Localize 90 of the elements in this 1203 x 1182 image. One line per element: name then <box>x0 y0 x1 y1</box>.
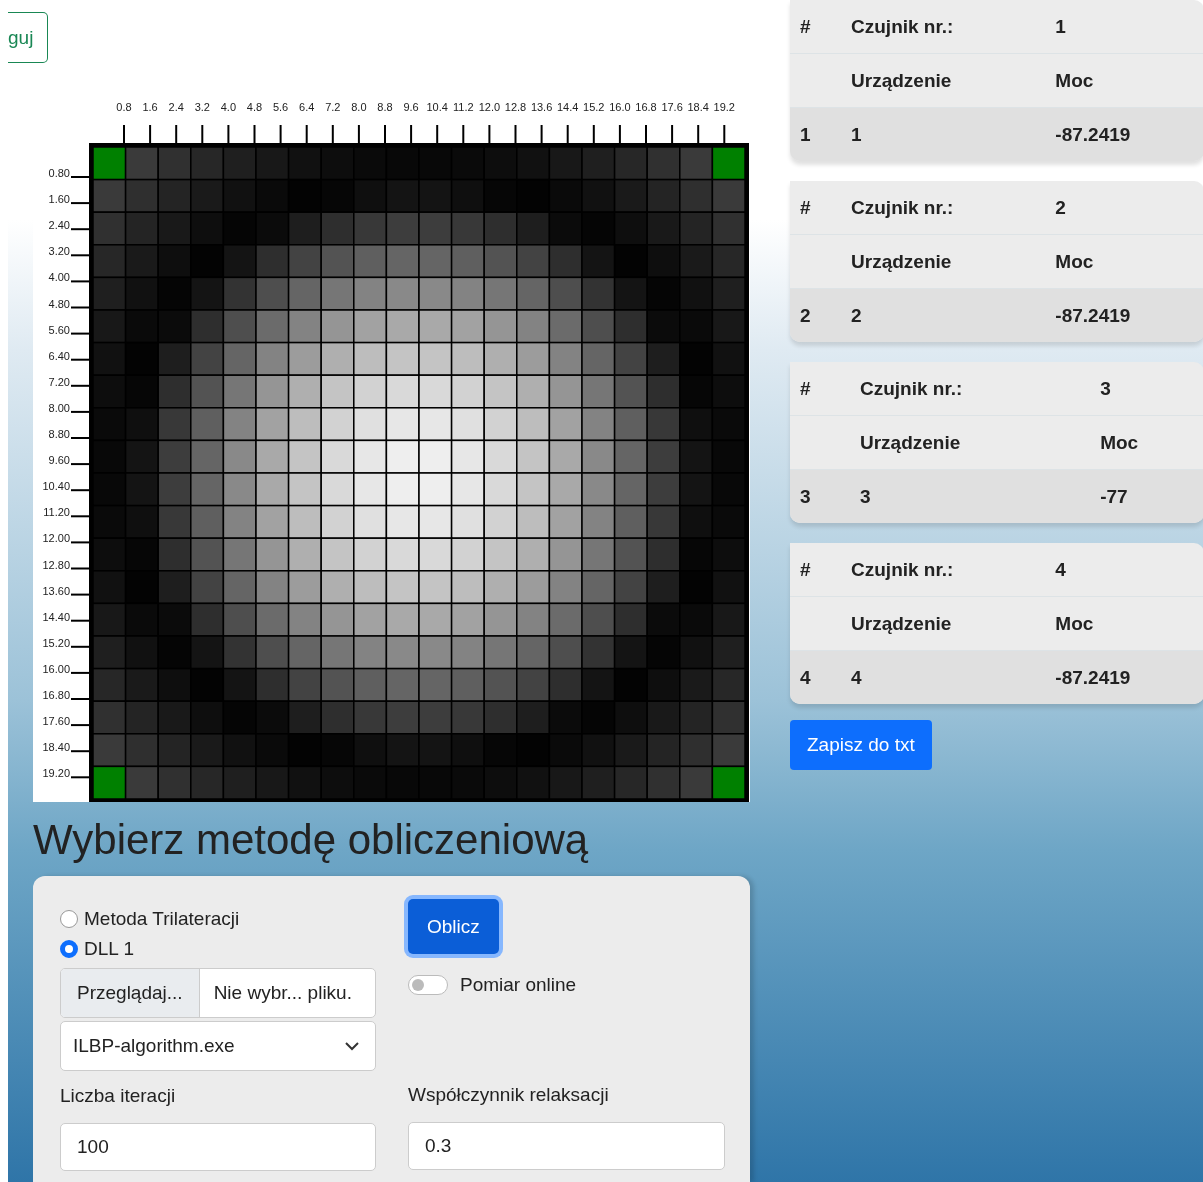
x-tick-label: 8.0 <box>351 101 367 113</box>
x-tick-label: 7.2 <box>325 101 341 113</box>
y-tick-label: 4.00 <box>48 271 70 284</box>
y-tick-label: 13.60 <box>42 584 70 597</box>
table-header-cell: # <box>790 543 842 597</box>
y-tick-label: 0.80 <box>48 167 70 179</box>
x-tick-label: 3.2 <box>194 101 210 113</box>
table-header-cell: 1 <box>1045 0 1203 54</box>
table-cell: -87.2419 <box>1045 650 1203 704</box>
y-tick-label: 2.40 <box>48 219 70 232</box>
x-tick-label: 1.6 <box>142 101 158 113</box>
x-tick-label: 19.2 <box>713 101 735 113</box>
x-tick-label: 14.4 <box>557 101 579 113</box>
table-header-cell: Czujnik nr.: <box>850 362 1091 416</box>
field-label: Współczynnik relaksacji <box>408 1084 610 1107</box>
x-tick-label: 12.0 <box>478 101 501 113</box>
table-cell: 2 <box>790 288 842 342</box>
field-label: Liczba iteracji <box>60 1085 177 1108</box>
file-input[interactable]: Przeglądaj... Nie wybr... pliku. <box>60 968 376 1018</box>
y-tick-label: 6.40 <box>48 349 70 362</box>
input-field[interactable]: 100 <box>60 1123 376 1171</box>
y-tick-label: 10.40 <box>42 480 70 493</box>
table-cell: 4 <box>790 650 842 704</box>
table-header-cell: Czujnik nr.: <box>841 0 1046 54</box>
y-tick-label: 3.20 <box>48 245 70 258</box>
y-tick-label: 17.60 <box>42 715 70 728</box>
radio-button[interactable] <box>60 910 78 928</box>
x-tick-label: 9.6 <box>403 101 419 113</box>
y-tick-label: 12.00 <box>42 532 70 545</box>
x-tick-label: 18.4 <box>687 101 709 113</box>
table-header-cell: 2 <box>1045 181 1203 235</box>
y-tick-label: 5.60 <box>48 323 70 336</box>
x-tick-label: 10.4 <box>426 101 448 113</box>
x-tick-label: 12.8 <box>504 101 527 113</box>
table-cell: 3 <box>850 469 1091 523</box>
x-tick-label: 17.6 <box>661 101 683 113</box>
y-tick-label: 16.00 <box>42 662 70 675</box>
y-tick-label: 1.60 <box>48 193 70 206</box>
y-tick-label: 14.40 <box>42 610 70 623</box>
y-tick-label: 4.80 <box>48 297 70 310</box>
y-tick-label: 7.20 <box>48 375 70 388</box>
table-header-cell: # <box>790 181 842 235</box>
outline-button[interactable]: guj <box>8 12 48 63</box>
x-tick-label: 0.8 <box>116 101 132 113</box>
y-tick-label: 16.80 <box>42 689 70 701</box>
x-tick-label: 2.4 <box>168 101 184 113</box>
x-tick-label: 11.2 <box>453 101 474 113</box>
radio-button[interactable] <box>60 940 78 958</box>
x-tick-label: 8.8 <box>377 101 393 113</box>
x-tick-label: 4.0 <box>220 101 237 113</box>
x-tick-label: 13.6 <box>530 101 553 113</box>
table-header-cell: 4 <box>1045 543 1203 597</box>
y-tick-label: 18.40 <box>42 741 70 754</box>
y-tick-label: 19.20 <box>42 767 70 780</box>
table-cell: 3 <box>790 469 850 523</box>
y-tick-label: 8.00 <box>48 401 70 414</box>
y-tick-label: 15.20 <box>42 636 70 649</box>
x-tick-label: 15.2 <box>583 101 605 113</box>
table-header-cell: # <box>790 362 850 416</box>
table-header-cell: Czujnik nr.: <box>841 543 1046 597</box>
x-tick-label: 6.4 <box>299 101 315 113</box>
file-name: Nie wybr... pliku. <box>212 981 353 1005</box>
algorithm-select[interactable]: ILBP-algorithm.exe <box>60 1021 376 1071</box>
toggle-switch[interactable] <box>408 975 448 995</box>
radio-label: DLL 1 <box>84 938 134 960</box>
table-cell: 1 <box>790 107 842 161</box>
table-cell: 4 <box>841 650 1046 704</box>
table-header-cell: # <box>790 0 842 54</box>
x-tick-label: 16.0 <box>609 101 631 113</box>
save-button[interactable]: Zapisz do txt <box>790 720 932 770</box>
x-tick-label: 5.6 <box>272 101 289 113</box>
chevron-down-icon <box>345 1041 359 1051</box>
section-title: Wybierz metodę obliczeniową <box>33 815 590 865</box>
y-tick-label: 9.60 <box>48 454 70 467</box>
table-cell: -77 <box>1090 469 1203 523</box>
x-tick-label: 16.8 <box>635 101 657 113</box>
y-tick-label: 8.80 <box>48 428 70 440</box>
x-tick-label: 4.8 <box>246 101 263 113</box>
y-tick-label: 11.20 <box>43 506 70 519</box>
table-header-cell: 3 <box>1090 362 1203 416</box>
table-cell: 2 <box>841 288 1046 342</box>
table-cell: -87.2419 <box>1045 288 1203 342</box>
table-header-cell: Czujnik nr.: <box>841 181 1046 235</box>
table-cell: 1 <box>841 107 1046 161</box>
input-field[interactable]: 0.3 <box>408 1122 725 1170</box>
y-tick-label: 12.80 <box>42 558 70 571</box>
radio-label: Metoda Trilateracji <box>84 908 240 930</box>
table-cell: -87.2419 <box>1045 107 1203 161</box>
switch-label: Pomiar online <box>460 974 577 996</box>
browse-button[interactable]: Przeglądaj... <box>61 969 200 1017</box>
